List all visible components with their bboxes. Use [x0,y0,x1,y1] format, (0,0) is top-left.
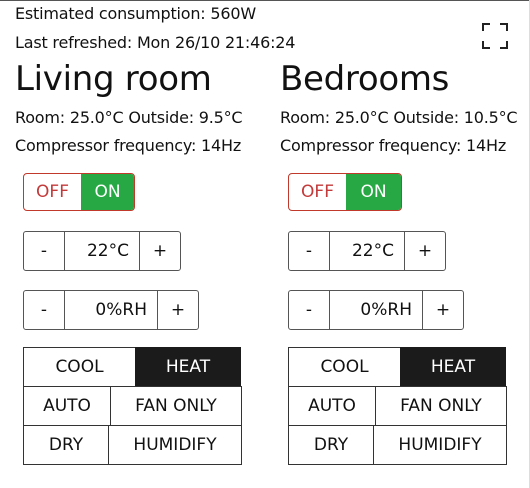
room-title: Living room [15,59,212,99]
temperature-decrease-button[interactable]: - [24,232,64,270]
temperature-decrease-button[interactable]: - [289,232,329,270]
fullscreen-icon[interactable] [482,23,508,49]
power-on-button[interactable]: ON [346,174,401,210]
humidity-increase-button[interactable]: + [423,291,463,329]
room-temperatures: Room: 25.0°C Outside: 9.5°C [15,108,243,127]
mode-fan-only-button[interactable]: FAN ONLY [110,386,242,426]
mode-fan-only-button[interactable]: FAN ONLY [375,386,507,426]
temperature-value: 22°C [64,232,140,270]
humidity-stepper: - 0%RH + [23,290,199,330]
mode-dry-button[interactable]: DRY [288,425,374,465]
power-toggle[interactable]: OFF ON [288,173,402,211]
room-temperatures: Room: 25.0°C Outside: 10.5°C [280,108,518,127]
power-off-button[interactable]: OFF [289,174,346,210]
mode-auto-button[interactable]: AUTO [288,386,376,426]
mode-humidify-button[interactable]: HUMIDIFY [373,425,507,465]
top-border [0,0,530,1]
compressor-frequency: Compressor frequency: 14Hz [280,136,507,155]
mode-selector: COOL HEAT AUTO FAN ONLY DRY HUMIDIFY [288,347,507,465]
estimated-consumption: Estimated consumption: 560W [15,4,256,23]
humidity-increase-button[interactable]: + [158,291,198,329]
humidity-value: 0%RH [64,291,158,329]
humidity-value: 0%RH [329,291,423,329]
mode-heat-button[interactable]: HEAT [400,347,506,387]
room-panel-bedrooms: Bedrooms Room: 25.0°C Outside: 10.5°C Co… [280,58,530,160]
mode-dry-button[interactable]: DRY [23,425,109,465]
temperature-increase-button[interactable]: + [140,232,180,270]
last-refreshed: Last refreshed: Mon 26/10 21:46:24 [15,33,296,52]
mode-cool-button[interactable]: COOL [23,347,136,387]
room-title: Bedrooms [280,59,450,99]
compressor-frequency: Compressor frequency: 14Hz [15,136,242,155]
power-off-button[interactable]: OFF [24,174,81,210]
room-panel-living-room: Living room Room: 25.0°C Outside: 9.5°C … [15,58,275,160]
mode-cool-button[interactable]: COOL [288,347,401,387]
humidity-stepper: - 0%RH + [288,290,464,330]
mode-heat-button[interactable]: HEAT [135,347,241,387]
mode-auto-button[interactable]: AUTO [23,386,111,426]
humidity-decrease-button[interactable]: - [289,291,329,329]
mode-humidify-button[interactable]: HUMIDIFY [108,425,242,465]
temperature-value: 22°C [329,232,405,270]
power-on-button[interactable]: ON [81,174,134,210]
mode-selector: COOL HEAT AUTO FAN ONLY DRY HUMIDIFY [23,347,242,465]
temperature-increase-button[interactable]: + [405,232,445,270]
power-toggle[interactable]: OFF ON [23,173,135,211]
humidity-decrease-button[interactable]: - [24,291,64,329]
temperature-stepper: - 22°C + [288,231,446,271]
temperature-stepper: - 22°C + [23,231,181,271]
